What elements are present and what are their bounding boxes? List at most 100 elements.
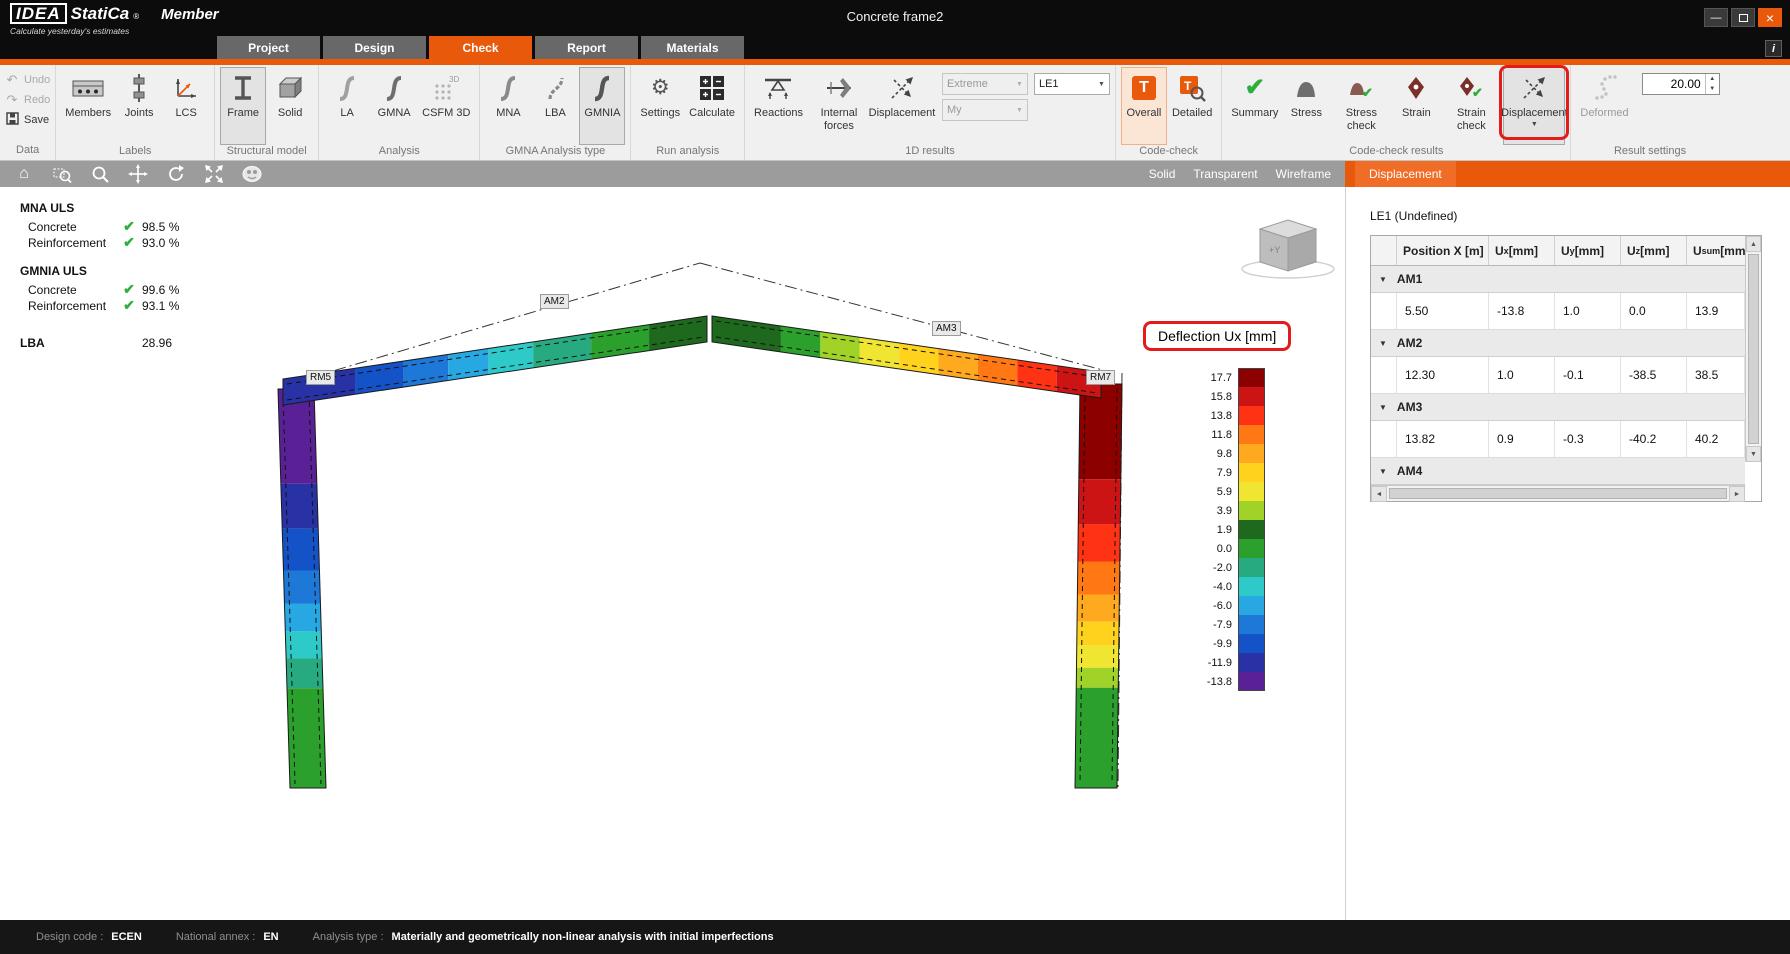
- component-dropdown[interactable]: My ▼: [942, 99, 1028, 121]
- table-cell[interactable]: 12.30: [1397, 357, 1489, 393]
- gmna-button[interactable]: GMNA: [371, 67, 417, 145]
- joints-button[interactable]: Joints: [116, 67, 162, 145]
- table-cell[interactable]: 1.0: [1555, 293, 1621, 329]
- table-cell[interactable]: 40.2: [1687, 421, 1745, 457]
- table-cell[interactable]: 1.0: [1489, 357, 1555, 393]
- table-cell[interactable]: -0.3: [1555, 421, 1621, 457]
- table-cell[interactable]: 0.9: [1489, 421, 1555, 457]
- pan-icon[interactable]: [128, 164, 148, 184]
- member-label-am3[interactable]: AM3: [932, 321, 961, 336]
- frame-button[interactable]: Frame: [220, 67, 266, 145]
- mna-button[interactable]: MNA: [485, 67, 531, 145]
- table-header-position[interactable]: Position X [m]: [1397, 236, 1489, 265]
- deformed-button[interactable]: Deformed: [1576, 67, 1632, 145]
- zoom-fit-icon[interactable]: [204, 164, 224, 184]
- summary-button[interactable]: ✔ Summary: [1227, 67, 1282, 145]
- tab-materials[interactable]: Materials: [641, 36, 744, 59]
- tab-report[interactable]: Report: [535, 36, 638, 59]
- transparent-view-button[interactable]: Transparent: [1193, 167, 1257, 181]
- strain-check-button[interactable]: ✔ Strain check: [1440, 67, 1502, 145]
- displacement-results-button[interactable]: Displacement ▼: [1503, 67, 1565, 145]
- tab-check[interactable]: Check: [429, 36, 532, 59]
- table-row[interactable]: 13.820.9-0.3-40.240.2: [1371, 421, 1745, 458]
- table-cell[interactable]: -38.5: [1621, 357, 1687, 393]
- collapse-triangle-icon[interactable]: ▼: [1379, 275, 1387, 284]
- internal-forces-button[interactable]: Internal forces: [808, 67, 870, 145]
- spinner-up-icon[interactable]: ▲: [1706, 74, 1719, 84]
- panel-tab-displacement[interactable]: Displacement: [1355, 161, 1456, 187]
- scroll-left-icon[interactable]: ◄: [1371, 486, 1387, 502]
- scroll-right-icon[interactable]: ►: [1729, 486, 1745, 502]
- solid-view-button[interactable]: Solid: [1149, 167, 1176, 181]
- close-button[interactable]: ×: [1758, 8, 1782, 27]
- tab-project[interactable]: Project: [217, 36, 320, 59]
- collapse-triangle-icon[interactable]: ▼: [1379, 403, 1387, 412]
- render-mode-icon[interactable]: [242, 164, 262, 184]
- frame-structure-view[interactable]: [0, 187, 1345, 920]
- deformed-scale-value[interactable]: 20.00: [1643, 77, 1705, 91]
- displacement-button[interactable]: Displacement: [871, 67, 933, 145]
- table-cell[interactable]: -0.1: [1555, 357, 1621, 393]
- deformed-scale-spinner[interactable]: 20.00 ▲ ▼: [1642, 73, 1720, 95]
- view-orientation-cube[interactable]: +Y: [1240, 209, 1340, 290]
- extreme-dropdown[interactable]: Extreme ▼: [942, 73, 1028, 95]
- load-case-dropdown[interactable]: LE1 ▼: [1034, 73, 1110, 95]
- stress-button[interactable]: Stress: [1283, 67, 1329, 145]
- maximize-button[interactable]: [1731, 8, 1755, 27]
- collapse-triangle-icon[interactable]: ▼: [1379, 467, 1387, 476]
- table-header-ux[interactable]: Ux [mm]: [1489, 236, 1555, 265]
- table-header-uy[interactable]: Uy [mm]: [1555, 236, 1621, 265]
- vertical-scroll-thumb[interactable]: [1748, 254, 1759, 444]
- table-group-row[interactable]: ▼AM1: [1371, 266, 1745, 293]
- la-button[interactable]: LA: [324, 67, 370, 145]
- redo-button[interactable]: ↷ Redo: [5, 91, 50, 109]
- strain-button[interactable]: Strain: [1393, 67, 1439, 145]
- tab-design[interactable]: Design: [323, 36, 426, 59]
- table-cell[interactable]: 13.9: [1687, 293, 1745, 329]
- table-group-row[interactable]: ▼AM2: [1371, 330, 1745, 357]
- load-case-selector[interactable]: LE1 (Undefined): [1370, 209, 1457, 223]
- table-cell[interactable]: 5.50: [1397, 293, 1489, 329]
- member-label-am2[interactable]: AM2: [540, 294, 569, 309]
- gmnia-button[interactable]: GMNIA: [579, 67, 625, 145]
- table-cell[interactable]: 38.5: [1687, 357, 1745, 393]
- collapse-triangle-icon[interactable]: ▼: [1379, 339, 1387, 348]
- table-row[interactable]: 5.50-13.81.00.013.9: [1371, 293, 1745, 330]
- vertical-scrollbar[interactable]: ▲ ▼: [1745, 236, 1761, 462]
- stress-check-button[interactable]: ✔ Stress check: [1330, 67, 1392, 145]
- detailed-button[interactable]: T Detailed: [1168, 67, 1216, 145]
- table-row[interactable]: 12.301.0-0.1-38.538.5: [1371, 357, 1745, 394]
- overall-button[interactable]: T Overall: [1121, 67, 1167, 145]
- member-label-rm5[interactable]: RM5: [306, 370, 335, 385]
- undo-button[interactable]: ↶ Undo: [5, 71, 50, 89]
- calculate-button[interactable]: Calculate: [685, 67, 739, 145]
- lcs-button[interactable]: LCS: [163, 67, 209, 145]
- table-cell[interactable]: 13.82: [1397, 421, 1489, 457]
- model-canvas[interactable]: MNA ULS Concrete ✔ 98.5 % Reinforcement …: [0, 187, 1345, 920]
- table-header-usum[interactable]: Usum [mm]: [1687, 236, 1745, 265]
- scroll-down-icon[interactable]: ▼: [1746, 446, 1761, 462]
- table-header-uz[interactable]: Uz [mm]: [1621, 236, 1687, 265]
- csfm-3d-button[interactable]: 3D CSFM 3D: [418, 67, 474, 145]
- reactions-button[interactable]: Reactions: [750, 67, 807, 145]
- table-group-row[interactable]: ▼AM3: [1371, 394, 1745, 421]
- members-button[interactable]: Members: [61, 67, 115, 145]
- lba-button[interactable]: LBA: [532, 67, 578, 145]
- horizontal-scrollbar[interactable]: ◄ ►: [1371, 485, 1745, 501]
- horizontal-scroll-thumb[interactable]: [1389, 488, 1727, 499]
- wireframe-view-button[interactable]: Wireframe: [1276, 167, 1331, 181]
- zoom-window-icon[interactable]: [52, 164, 72, 184]
- info-button[interactable]: i: [1765, 40, 1782, 57]
- member-label-rm7[interactable]: RM7: [1086, 370, 1115, 385]
- table-cell[interactable]: 0.0: [1621, 293, 1687, 329]
- table-cell[interactable]: -40.2: [1621, 421, 1687, 457]
- settings-button[interactable]: ⚙ Settings: [636, 67, 684, 145]
- spinner-down-icon[interactable]: ▼: [1706, 84, 1719, 94]
- save-button[interactable]: Save: [5, 111, 49, 129]
- table-group-row[interactable]: ▼AM4: [1371, 458, 1745, 485]
- minimize-button[interactable]: —: [1704, 8, 1728, 27]
- scroll-up-icon[interactable]: ▲: [1746, 236, 1761, 252]
- rotate-icon[interactable]: [166, 164, 186, 184]
- table-cell[interactable]: -13.8: [1489, 293, 1555, 329]
- home-view-icon[interactable]: ⌂: [14, 164, 34, 184]
